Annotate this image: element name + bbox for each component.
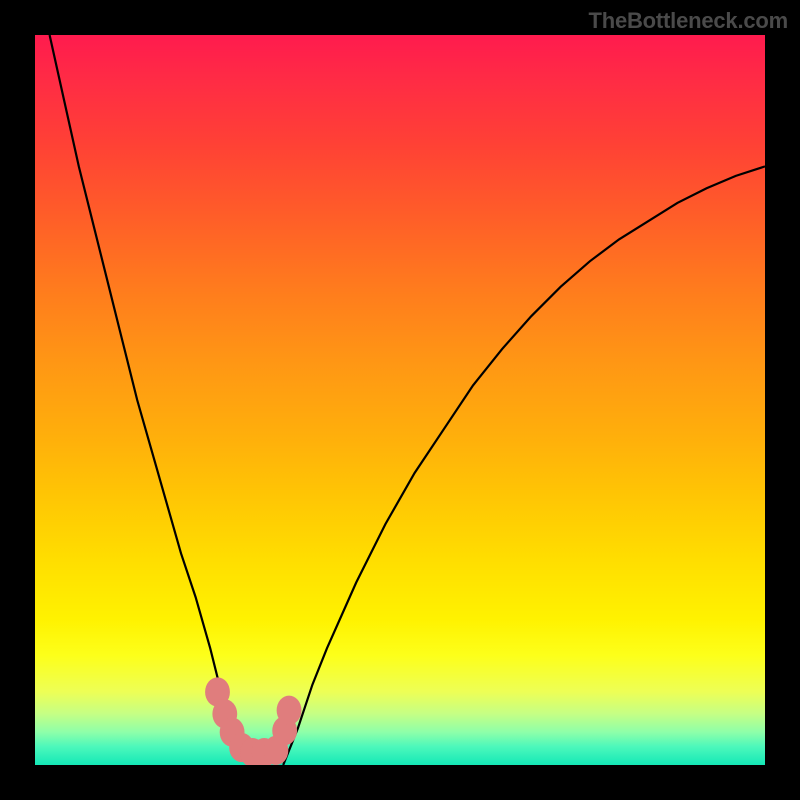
gradient-plot-background [35,35,765,765]
watermark-text: TheBottleneck.com [588,8,788,34]
chart-container: TheBottleneck.com [0,0,800,800]
